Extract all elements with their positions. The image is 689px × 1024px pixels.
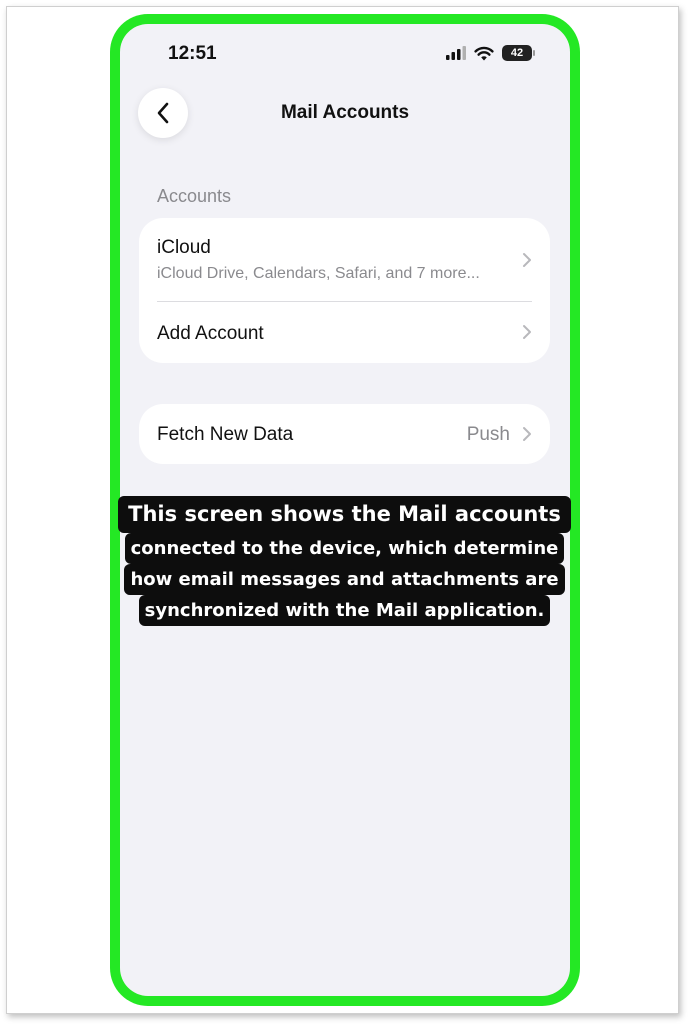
status-time: 12:51 xyxy=(168,43,217,64)
caption-line: synchronized with the Mail application. xyxy=(138,595,551,626)
caption-overlay: This screen shows the Mail accounts conn… xyxy=(0,496,689,626)
battery-icon: 42 xyxy=(502,45,535,61)
caption-line: how email messages and attachments are xyxy=(124,564,565,595)
fetch-new-data-label: Fetch New Data xyxy=(157,424,294,445)
fetch-new-data-value: Push xyxy=(466,424,510,445)
account-subtitle: iCloud Drive, Calendars, Safari, and 7 m… xyxy=(157,265,480,282)
fetch-new-data-row[interactable]: Fetch New Data Push xyxy=(139,404,550,464)
caption-line: connected to the device, which determine xyxy=(124,533,565,564)
account-title: iCloud xyxy=(157,237,211,258)
caption-line: This screen shows the Mail accounts xyxy=(118,496,571,533)
battery-level: 42 xyxy=(510,47,524,59)
chevron-right-icon xyxy=(523,253,531,267)
account-row-icloud[interactable]: iCloud iCloud Drive, Calendars, Safari, … xyxy=(139,218,550,302)
page-title: Mail Accounts xyxy=(280,102,410,123)
add-account-label: Add Account xyxy=(157,323,264,344)
nav-bar: Mail Accounts xyxy=(120,82,570,138)
cellular-signal-icon xyxy=(446,46,466,60)
wifi-icon xyxy=(474,46,494,60)
accounts-section-header: Accounts xyxy=(157,186,232,206)
chevron-right-icon xyxy=(523,325,531,339)
add-account-row[interactable]: Add Account xyxy=(139,302,550,363)
chevron-right-icon xyxy=(523,427,531,441)
fetch-settings-list: Fetch New Data Push xyxy=(139,404,550,464)
accounts-list: iCloud iCloud Drive, Calendars, Safari, … xyxy=(139,218,550,363)
status-icons: 42 xyxy=(446,44,535,62)
status-bar: 12:51 42 xyxy=(120,24,570,84)
